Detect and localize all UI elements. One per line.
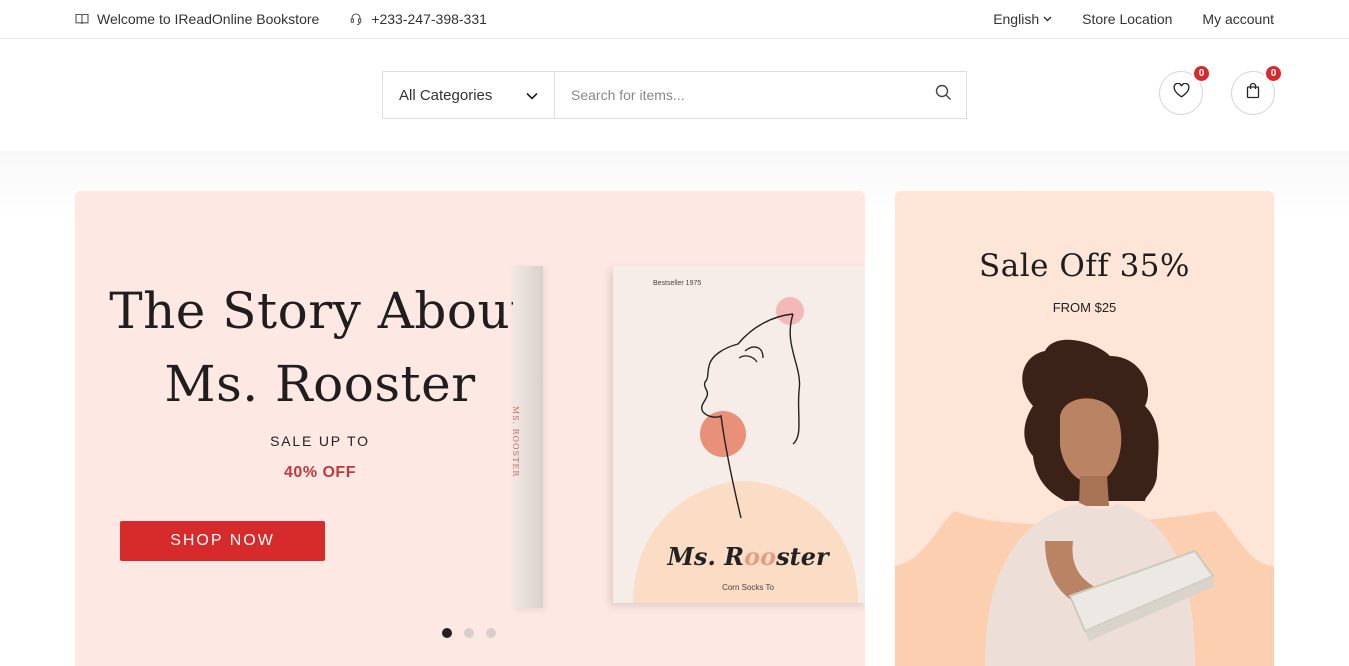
book-icon — [75, 12, 89, 26]
header: All Categories 0 0 — [0, 39, 1349, 151]
chevron-down-icon — [526, 87, 538, 104]
language-label: English — [993, 11, 1040, 27]
category-select-value: All Categories — [399, 86, 493, 104]
store-location-link[interactable]: Store Location — [1082, 11, 1172, 27]
promo-banner[interactable]: Sale Off 35% FROM $25 — [895, 191, 1274, 666]
book-cover-title: Ms. Rooster — [613, 542, 865, 571]
cart-count-badge: 0 — [1264, 64, 1283, 83]
heart-icon — [1173, 82, 1190, 103]
welcome-text: Welcome to IReadOnline Bookstore — [97, 11, 320, 27]
search-input[interactable] — [571, 87, 935, 103]
hero-title-line-1: The Story About — [109, 282, 531, 340]
sale-value: 40% OFF — [284, 464, 356, 481]
phone-text: +233-247-398-331 — [371, 11, 487, 27]
search-bar: All Categories — [382, 71, 967, 119]
my-account-link[interactable]: My account — [1202, 11, 1274, 27]
shopping-bag-icon — [1246, 82, 1260, 104]
wishlist-count-badge: 0 — [1192, 64, 1211, 83]
book-cover-image: Bestseller 1975 Ms. Rooster Corn Socks T… — [613, 266, 865, 603]
search-icon[interactable] — [935, 84, 952, 106]
welcome-item: Welcome to IReadOnline Bookstore — [75, 11, 319, 27]
cart-button[interactable]: 0 — [1231, 64, 1283, 115]
search-box — [555, 71, 967, 119]
book-cover-title-part: Ms. R — [667, 542, 745, 571]
slider-dot-3[interactable] — [486, 628, 496, 638]
wishlist-button[interactable]: 0 — [1159, 64, 1211, 115]
book-cover-title-part: ster — [776, 542, 829, 571]
top-bar-left: Welcome to IReadOnline Bookstore +233-24… — [75, 0, 517, 38]
slider-pagination — [442, 628, 496, 638]
top-bar: Welcome to IReadOnline Bookstore +233-24… — [0, 0, 1349, 39]
hero-title-line-2: Ms. Rooster — [164, 355, 476, 413]
category-select[interactable]: All Categories — [382, 71, 555, 119]
slider-dot-2[interactable] — [464, 628, 474, 638]
hero-title: The Story About Ms. Rooster — [75, 275, 565, 421]
hero-slider: The Story About Ms. Rooster SALE UP TO 4… — [75, 191, 865, 666]
phone-item[interactable]: +233-247-398-331 — [349, 11, 487, 27]
shop-now-button[interactable]: SHOP NOW — [120, 521, 325, 561]
woman-reading-image — [895, 339, 1274, 666]
top-bar-right: English Store Location My account — [993, 0, 1274, 38]
chevron-down-icon — [1043, 16, 1052, 22]
slider-dot-1[interactable] — [442, 628, 452, 638]
book-cover-subtitle: Corn Socks To — [722, 583, 774, 592]
book-cover-title-accent: oo — [744, 542, 777, 571]
headset-icon — [349, 12, 363, 26]
book-spine-text: MS. ROOSTER — [511, 406, 520, 478]
language-select[interactable]: English — [993, 11, 1052, 27]
sale-label: SALE UP TO — [270, 433, 370, 449]
